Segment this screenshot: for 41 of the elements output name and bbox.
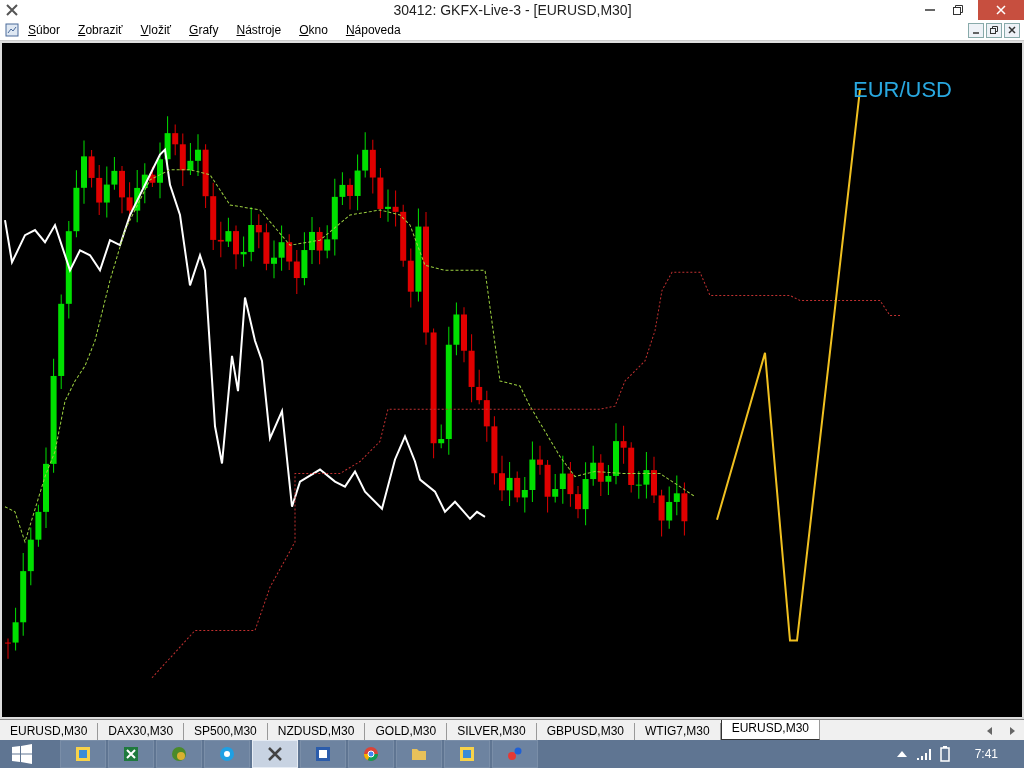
document-icon bbox=[315, 745, 331, 762]
chat-icon bbox=[219, 745, 235, 762]
chart-tab[interactable]: EURUSD,M30 bbox=[720, 719, 821, 740]
cross-icon bbox=[267, 745, 283, 762]
menu-item[interactable]: Zobraziť bbox=[69, 23, 132, 38]
app-logo-icon bbox=[5, 3, 19, 18]
close-button[interactable] bbox=[1004, 22, 1020, 38]
picture-icon bbox=[75, 745, 91, 762]
close-icon bbox=[996, 5, 1006, 16]
picture-icon bbox=[459, 745, 475, 762]
tray-arrow-icon[interactable] bbox=[896, 750, 907, 757]
battery-icon[interactable] bbox=[938, 745, 951, 762]
globe-icon bbox=[171, 745, 187, 762]
taskbar-app-button[interactable] bbox=[348, 739, 394, 768]
restore-icon bbox=[990, 26, 998, 35]
taskbar-app-button[interactable] bbox=[300, 739, 346, 768]
spreadsheet-icon bbox=[123, 745, 139, 762]
chart-document-icon bbox=[5, 23, 19, 38]
menu-item[interactable]: Okno bbox=[290, 23, 337, 38]
signal-icon[interactable] bbox=[916, 747, 933, 760]
restore-icon bbox=[953, 5, 963, 16]
minimize-button[interactable] bbox=[968, 22, 984, 38]
minimize-icon bbox=[925, 9, 935, 12]
menu-item[interactable]: Vložiť bbox=[131, 23, 181, 38]
menu-item[interactable]: Nápoveda bbox=[336, 23, 410, 38]
menu-item[interactable]: Nástroje bbox=[227, 23, 291, 38]
menu-item[interactable]: Súbor bbox=[19, 23, 70, 38]
scroll-left-icon[interactable] bbox=[986, 726, 994, 735]
browser-icon bbox=[363, 745, 379, 762]
dots-icon bbox=[507, 745, 523, 762]
close-icon bbox=[1008, 26, 1016, 35]
start-icon[interactable] bbox=[12, 743, 32, 764]
taskbar-app-button[interactable] bbox=[156, 739, 202, 768]
restore-button[interactable] bbox=[986, 22, 1002, 38]
window-title: 30412: GKFX-Live-3 - [EURUSD,M30] bbox=[392, 2, 633, 19]
menu-item[interactable]: Grafy bbox=[180, 23, 228, 38]
taskbar-app-button[interactable] bbox=[492, 739, 538, 768]
clock: 7:41 bbox=[974, 746, 998, 761]
chart-label: EUR/USD bbox=[853, 76, 952, 102]
scroll-right-icon[interactable] bbox=[1008, 726, 1016, 735]
taskbar-app-button[interactable] bbox=[108, 739, 154, 768]
